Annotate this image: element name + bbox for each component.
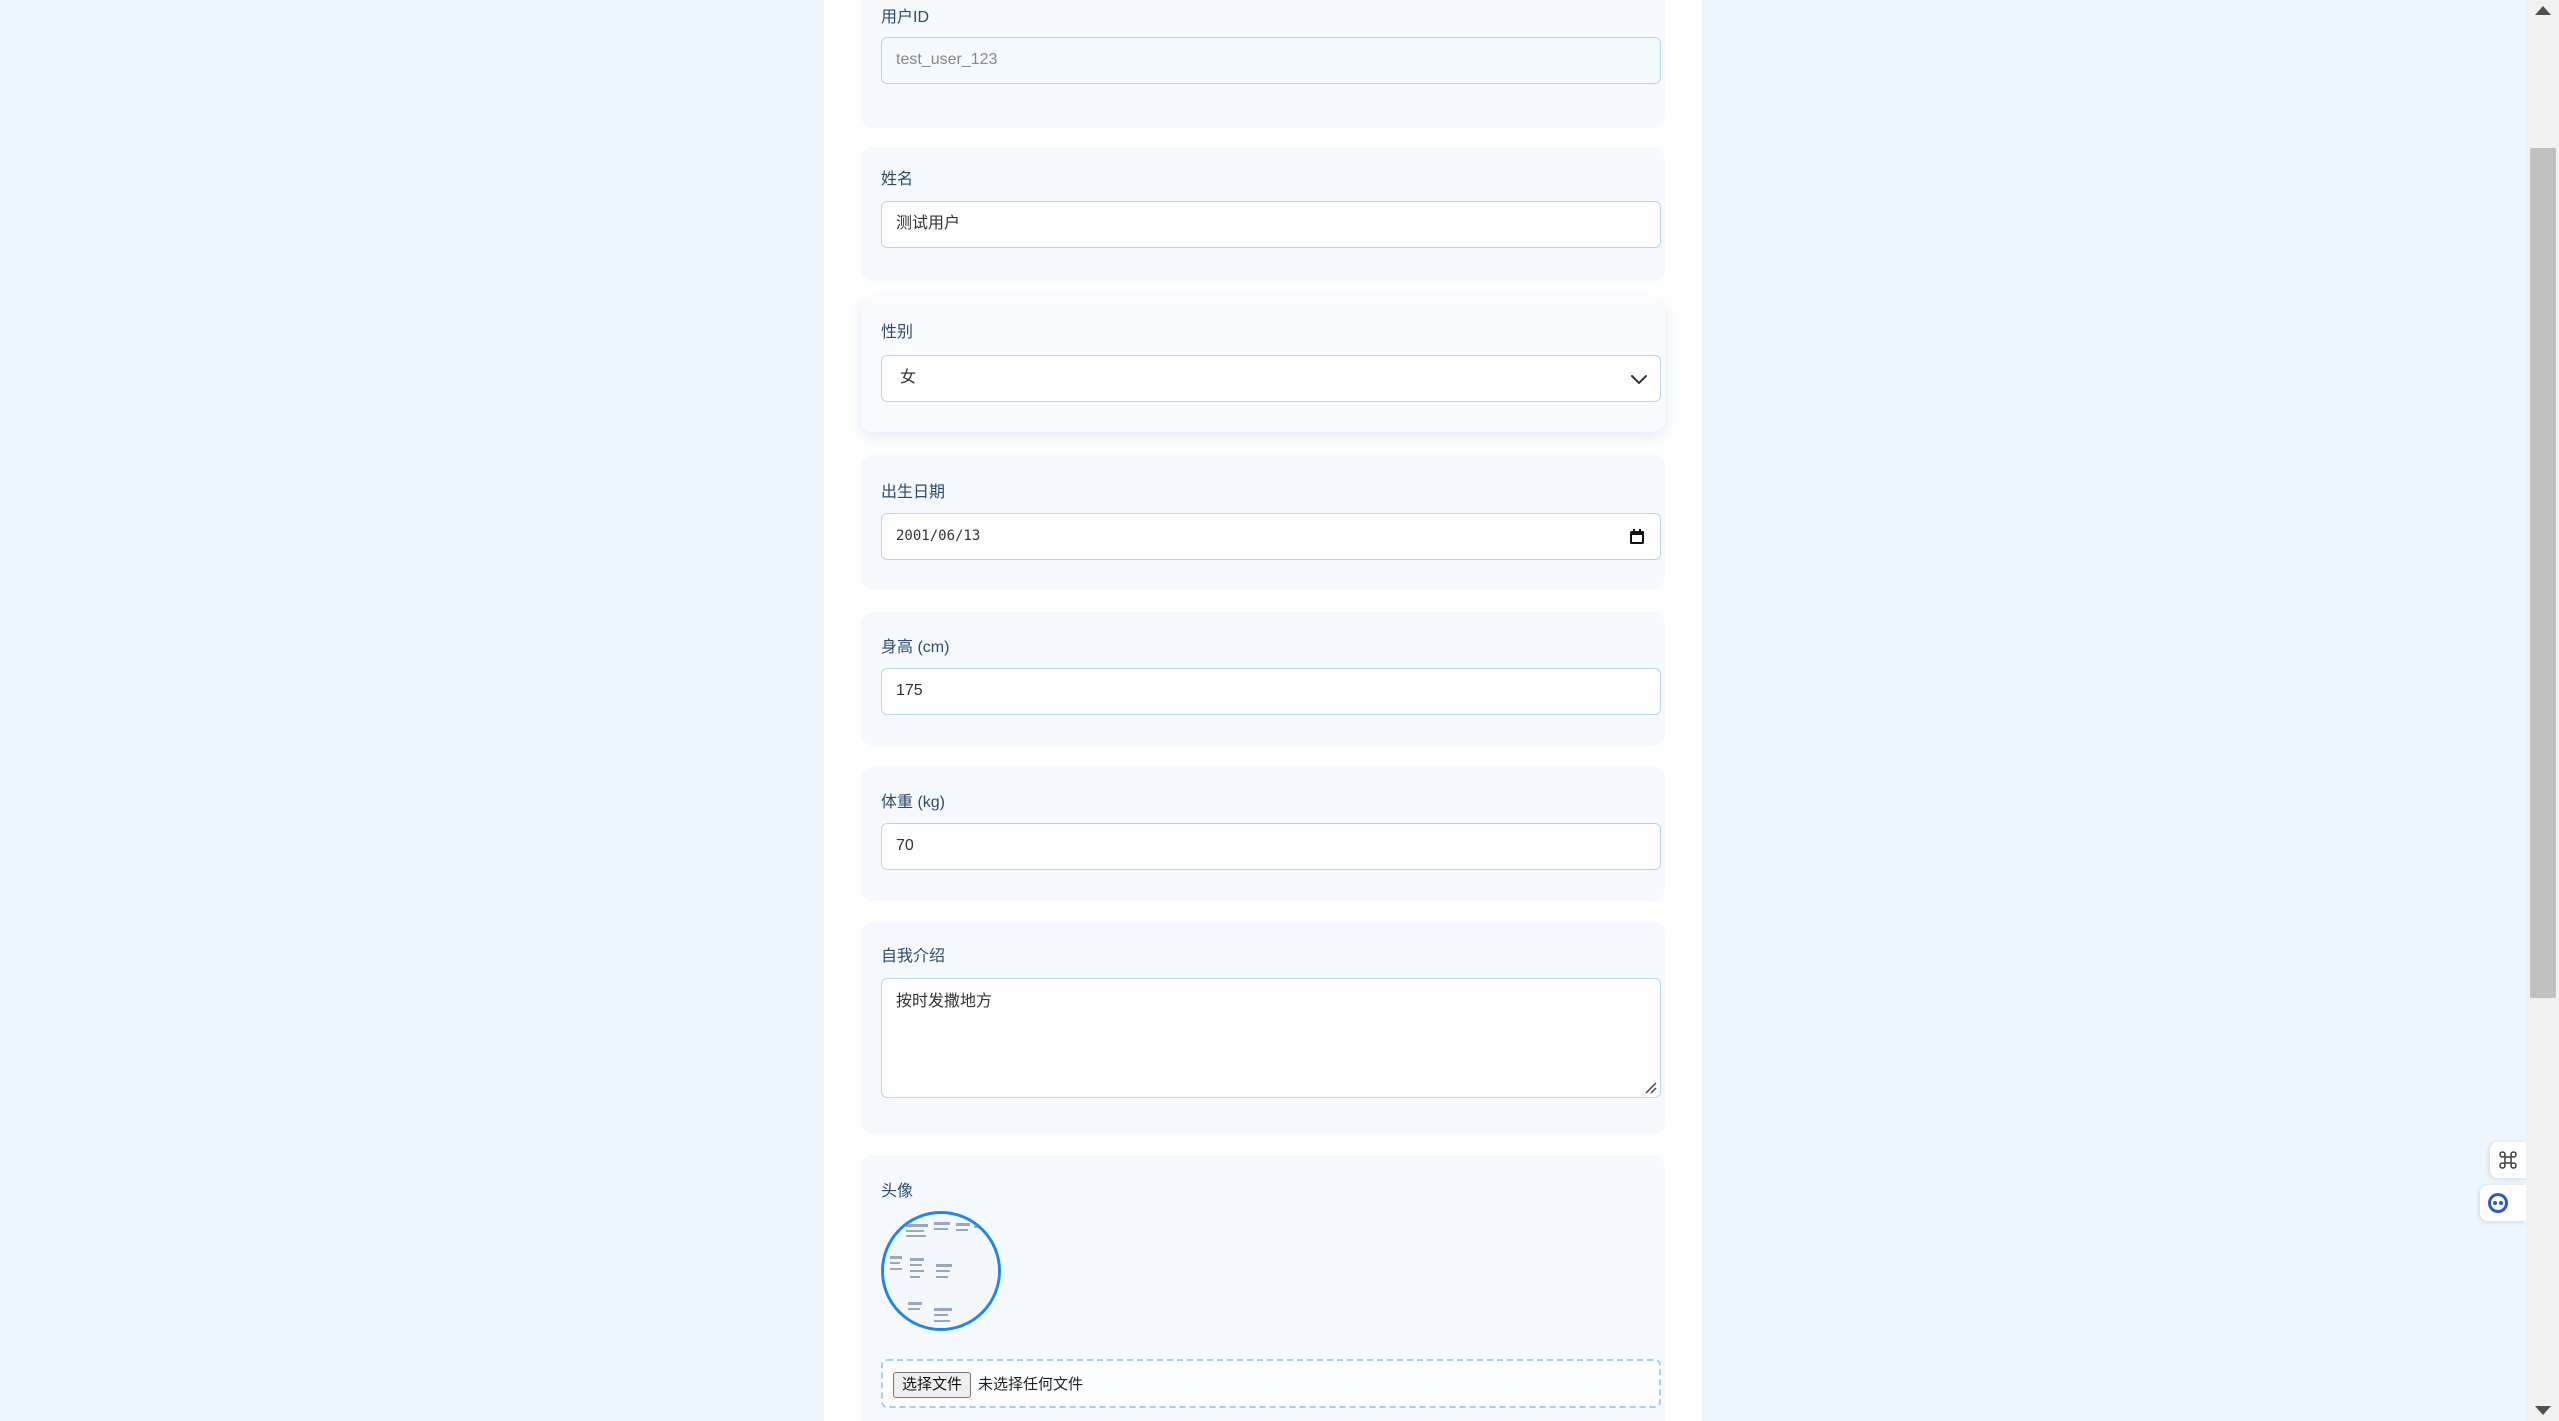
bio-textarea[interactable]: 按时发撒地方 bbox=[881, 978, 1661, 1098]
avatar-preview bbox=[881, 1211, 1001, 1331]
height-card: 身高 (cm) 175 bbox=[861, 612, 1665, 746]
choose-file-button[interactable]: 选择文件 bbox=[893, 1372, 972, 1398]
gender-value: 女 bbox=[900, 369, 917, 386]
gender-card: 性别 女 bbox=[861, 300, 1665, 432]
name-field[interactable]: 测试用户 bbox=[881, 201, 1661, 248]
weight-label: 体重 (kg) bbox=[881, 794, 946, 811]
command-float-button[interactable] bbox=[2490, 1142, 2526, 1178]
bio-card: 自我介绍 按时发撒地方 bbox=[861, 922, 1665, 1134]
file-input[interactable]: 选择文件 未选择任何文件 bbox=[881, 1359, 1661, 1408]
weight-card: 体重 (kg) 70 bbox=[861, 767, 1665, 901]
user-id-label: 用户ID bbox=[881, 9, 930, 26]
scroll-up-arrow-icon[interactable] bbox=[2535, 6, 2551, 15]
user-id-field[interactable]: test_user_123 bbox=[881, 37, 1661, 84]
bio-label: 自我介绍 bbox=[881, 948, 946, 965]
command-icon bbox=[2499, 1151, 2517, 1169]
height-field[interactable]: 175 bbox=[881, 668, 1661, 715]
user-id-card: 用户ID test_user_123 bbox=[861, 0, 1665, 128]
bio-value: 按时发撒地方 bbox=[896, 993, 993, 1010]
birthdate-field[interactable]: 2001/06/13 bbox=[881, 513, 1661, 560]
avatar-image bbox=[884, 1214, 998, 1328]
assistant-float-button[interactable] bbox=[2480, 1185, 2526, 1221]
page: 用户ID test_user_123 姓名 测试用户 性别 女 出生日期 200… bbox=[0, 0, 2559, 1421]
scroll-thumb[interactable] bbox=[2530, 148, 2556, 998]
file-status: 未选择任何文件 bbox=[978, 1376, 1084, 1393]
avatar-card: 头像 选择文件 未选择任何文件 bbox=[861, 1155, 1665, 1421]
name-card: 姓名 测试用户 bbox=[861, 147, 1665, 281]
resize-handle-icon[interactable] bbox=[1643, 1080, 1657, 1094]
profile-form: 用户ID test_user_123 姓名 测试用户 性别 女 出生日期 200… bbox=[824, 0, 1702, 1421]
gender-label: 性别 bbox=[881, 324, 914, 341]
scroll-down-arrow-icon[interactable] bbox=[2535, 1406, 2551, 1415]
birthdate-card: 出生日期 2001/06/13 bbox=[861, 455, 1665, 589]
calendar-icon[interactable] bbox=[1628, 528, 1646, 546]
birthdate-label: 出生日期 bbox=[881, 484, 946, 501]
assistant-icon bbox=[2488, 1193, 2508, 1213]
chevron-down-icon bbox=[1631, 375, 1647, 384]
height-label: 身高 (cm) bbox=[881, 639, 950, 656]
gender-select[interactable]: 女 bbox=[881, 355, 1661, 402]
name-label: 姓名 bbox=[881, 171, 914, 188]
birthdate-value: 2001/06/13 bbox=[896, 528, 981, 544]
weight-field[interactable]: 70 bbox=[881, 823, 1661, 870]
avatar-label: 头像 bbox=[881, 1183, 914, 1200]
vertical-scrollbar[interactable] bbox=[2526, 0, 2559, 1421]
